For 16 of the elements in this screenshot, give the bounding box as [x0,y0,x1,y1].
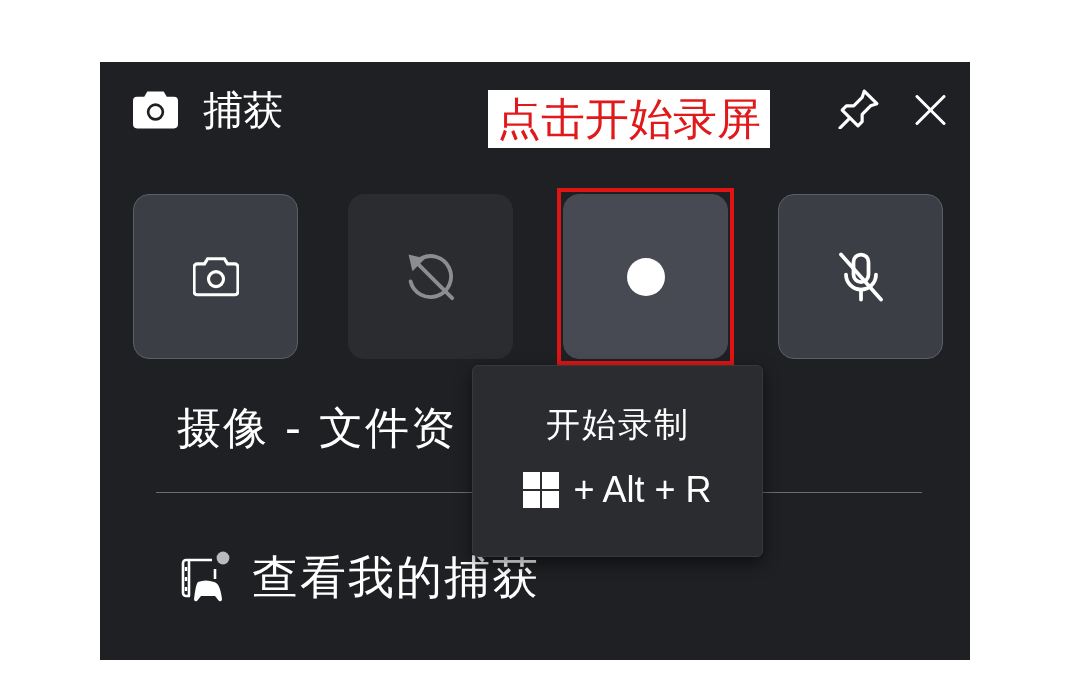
microphone-button[interactable] [778,194,943,359]
gallery-link[interactable]: 查看我的捕获 [180,549,540,605]
microphone-slash-icon [837,251,884,302]
screenshot-button[interactable] [133,194,298,359]
close-icon[interactable] [915,95,946,125]
record-dot-icon [626,257,665,296]
capture-target-label: 摄像 - 文件资 [177,403,457,453]
camera-icon [133,90,178,130]
shortcut-text: + Alt + R [573,469,712,511]
four-squares-icon [523,472,560,508]
pin-icon[interactable] [838,89,880,129]
camera-icon [192,256,239,297]
film-gamepad-icon [180,551,232,603]
annotation-label: 点击开始录屏 [488,90,770,148]
panel-title: 捕获 [203,86,283,135]
tooltip-title: 开始录制 [545,403,690,445]
